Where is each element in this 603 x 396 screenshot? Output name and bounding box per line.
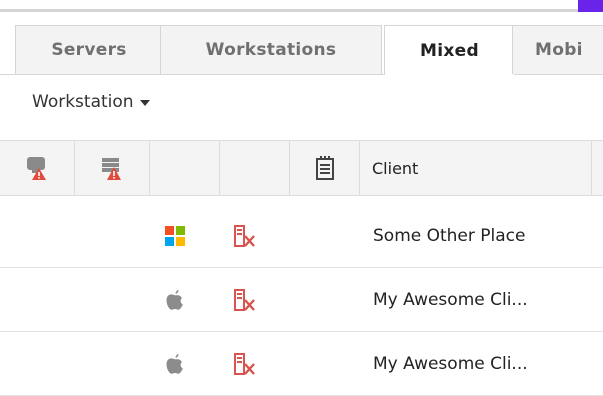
workstation-filter-dropdown[interactable]: Workstation xyxy=(32,92,150,112)
apple-icon xyxy=(166,289,183,310)
accent-corner xyxy=(578,0,603,12)
tab-servers[interactable]: Servers xyxy=(15,25,163,74)
offline-icon xyxy=(234,224,255,247)
column-monitor-alert[interactable] xyxy=(0,141,75,195)
offline-icon xyxy=(234,288,255,311)
status-cell xyxy=(230,268,260,331)
column-device-alert[interactable] xyxy=(75,141,150,195)
table-row[interactable]: My Awesome Cli... xyxy=(0,268,603,332)
offline-icon xyxy=(234,352,255,375)
tab-mobile[interactable]: Mobi xyxy=(512,25,603,74)
status-cell xyxy=(230,332,260,395)
tab-bar: Servers Workstations Mixed Mobi xyxy=(0,12,603,75)
table-row[interactable]: My Awesome Cli... xyxy=(0,332,603,396)
monitor-alert-icon xyxy=(27,157,46,180)
client-name: My Awesome Cli... xyxy=(373,289,528,310)
client-column-label: Client xyxy=(372,158,419,178)
table-row[interactable]: Some Other Place xyxy=(0,204,603,268)
os-cell xyxy=(160,268,190,331)
table-header: Client xyxy=(0,140,603,196)
column-notes[interactable] xyxy=(290,141,360,195)
column-client[interactable]: Client xyxy=(360,141,592,195)
column-os[interactable] xyxy=(150,141,220,195)
notes-icon xyxy=(315,156,334,180)
client-name: Some Other Place xyxy=(373,225,526,246)
tab-workstations[interactable]: Workstations xyxy=(160,25,382,74)
os-cell xyxy=(160,332,190,395)
caret-down-icon xyxy=(139,100,150,106)
status-cell xyxy=(230,204,260,267)
tab-mixed[interactable]: Mixed xyxy=(384,25,515,75)
apple-icon xyxy=(166,353,183,374)
windows-icon xyxy=(165,225,185,246)
client-name: My Awesome Cli... xyxy=(373,353,528,374)
device-alert-icon xyxy=(102,158,121,180)
column-status[interactable] xyxy=(220,141,290,195)
os-cell xyxy=(160,204,190,267)
filter-label: Workstation xyxy=(32,92,134,112)
